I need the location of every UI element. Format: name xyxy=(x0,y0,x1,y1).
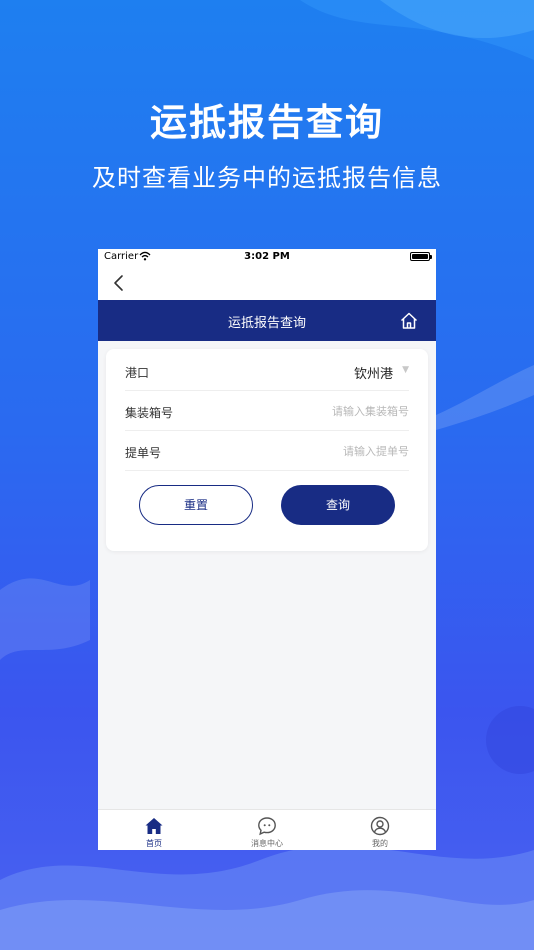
container-row: 集装箱号 xyxy=(125,391,409,431)
bill-row: 提单号 xyxy=(125,431,409,471)
port-value[interactable]: 钦州港 xyxy=(354,363,393,382)
home-icon[interactable] xyxy=(399,311,419,331)
tab-messages-label: 消息中心 xyxy=(251,839,283,848)
nav-row xyxy=(98,266,436,300)
status-time: 3:02 PM xyxy=(244,251,290,262)
user-icon xyxy=(370,816,390,836)
port-select[interactable]: 港口 钦州港 ▼ xyxy=(125,351,409,391)
query-form-card: 港口 钦州港 ▼ 集装箱号 提单号 重置 查询 xyxy=(106,349,428,551)
promo-title: 运抵报告查询 xyxy=(150,101,384,144)
page-title: 运抵报告查询 xyxy=(227,316,306,331)
status-bar: Carrier 3:02 PM xyxy=(98,249,436,266)
back-icon[interactable] xyxy=(108,272,130,294)
promo-subtitle: 及时查看业务中的运抵报告信息 xyxy=(92,164,442,192)
header-bar: 运抵报告查询 xyxy=(98,300,436,341)
tab-profile[interactable]: 我的 xyxy=(324,810,436,850)
tab-bar: 首页 消息中心 我的 xyxy=(98,809,436,850)
query-button[interactable]: 查询 xyxy=(281,485,395,525)
port-label: 港口 xyxy=(125,366,150,380)
container-label: 集装箱号 xyxy=(125,406,174,420)
container-input[interactable] xyxy=(259,401,409,421)
tab-messages[interactable]: 消息中心 xyxy=(211,810,323,850)
reset-button[interactable]: 重置 xyxy=(139,485,253,525)
chat-bubble-icon xyxy=(258,817,276,836)
battery-tip xyxy=(430,255,432,259)
tab-home[interactable]: 首页 xyxy=(98,810,210,850)
home-icon xyxy=(145,818,163,834)
bill-label: 提单号 xyxy=(125,446,162,460)
battery-icon xyxy=(410,252,430,261)
tab-profile-label: 我的 xyxy=(372,839,388,848)
bill-input[interactable] xyxy=(259,441,409,461)
chevron-down-icon: ▼ xyxy=(402,365,409,375)
tab-home-label: 首页 xyxy=(146,839,162,848)
phone-screen: Carrier 3:02 PM 运抵报告查询 港口 钦州港 ▼ 集装箱号 请输入… xyxy=(98,249,436,850)
